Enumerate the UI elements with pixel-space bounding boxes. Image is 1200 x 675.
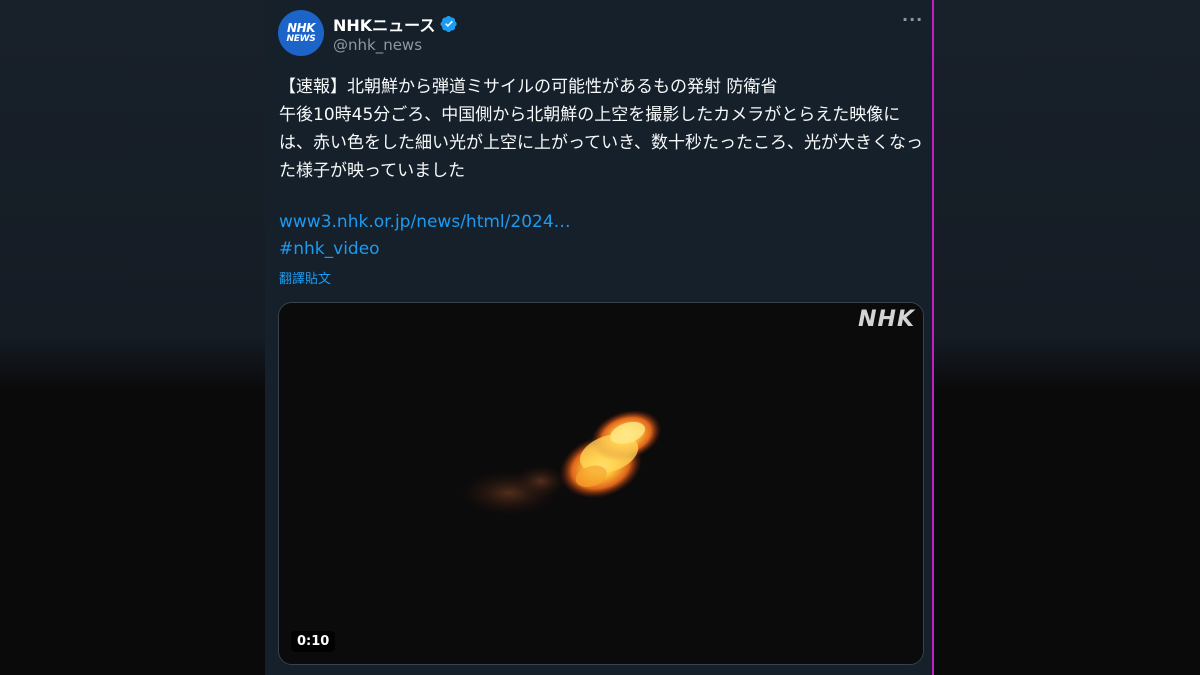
display-name-row[interactable]: NHKニュース (333, 12, 458, 36)
background-right (934, 0, 1200, 675)
video-player[interactable]: NHK 0:10 (278, 302, 924, 665)
translate-post-link[interactable]: 翻譯貼文 (279, 268, 331, 287)
nhk-watermark: NHK (858, 307, 915, 332)
news-link[interactable]: www3.nhk.or.jp/news/html/2024… (279, 212, 571, 232)
avatar-text-bottom: NEWS (286, 34, 316, 44)
background-left (0, 0, 265, 675)
tweet-text: 【速報】北朝鮮から弾道ミサイルの可能性があるもの発射 防衛省 午後10時45分ご… (279, 77, 923, 181)
video-duration: 0:10 (291, 631, 336, 652)
user-handle[interactable]: @nhk_news (333, 36, 422, 54)
more-options-icon[interactable]: ··· (902, 10, 923, 29)
display-name[interactable]: NHKニュース (333, 12, 435, 36)
verified-badge-icon (440, 15, 458, 33)
video-frame (279, 303, 923, 664)
window-edge-line (932, 0, 934, 675)
avatar[interactable]: NHK NEWS (278, 10, 324, 56)
smoke-trail-2 (515, 465, 567, 497)
avatar-text-top: NHK (287, 21, 315, 35)
hashtag-link[interactable]: #nhk_video (279, 239, 380, 259)
